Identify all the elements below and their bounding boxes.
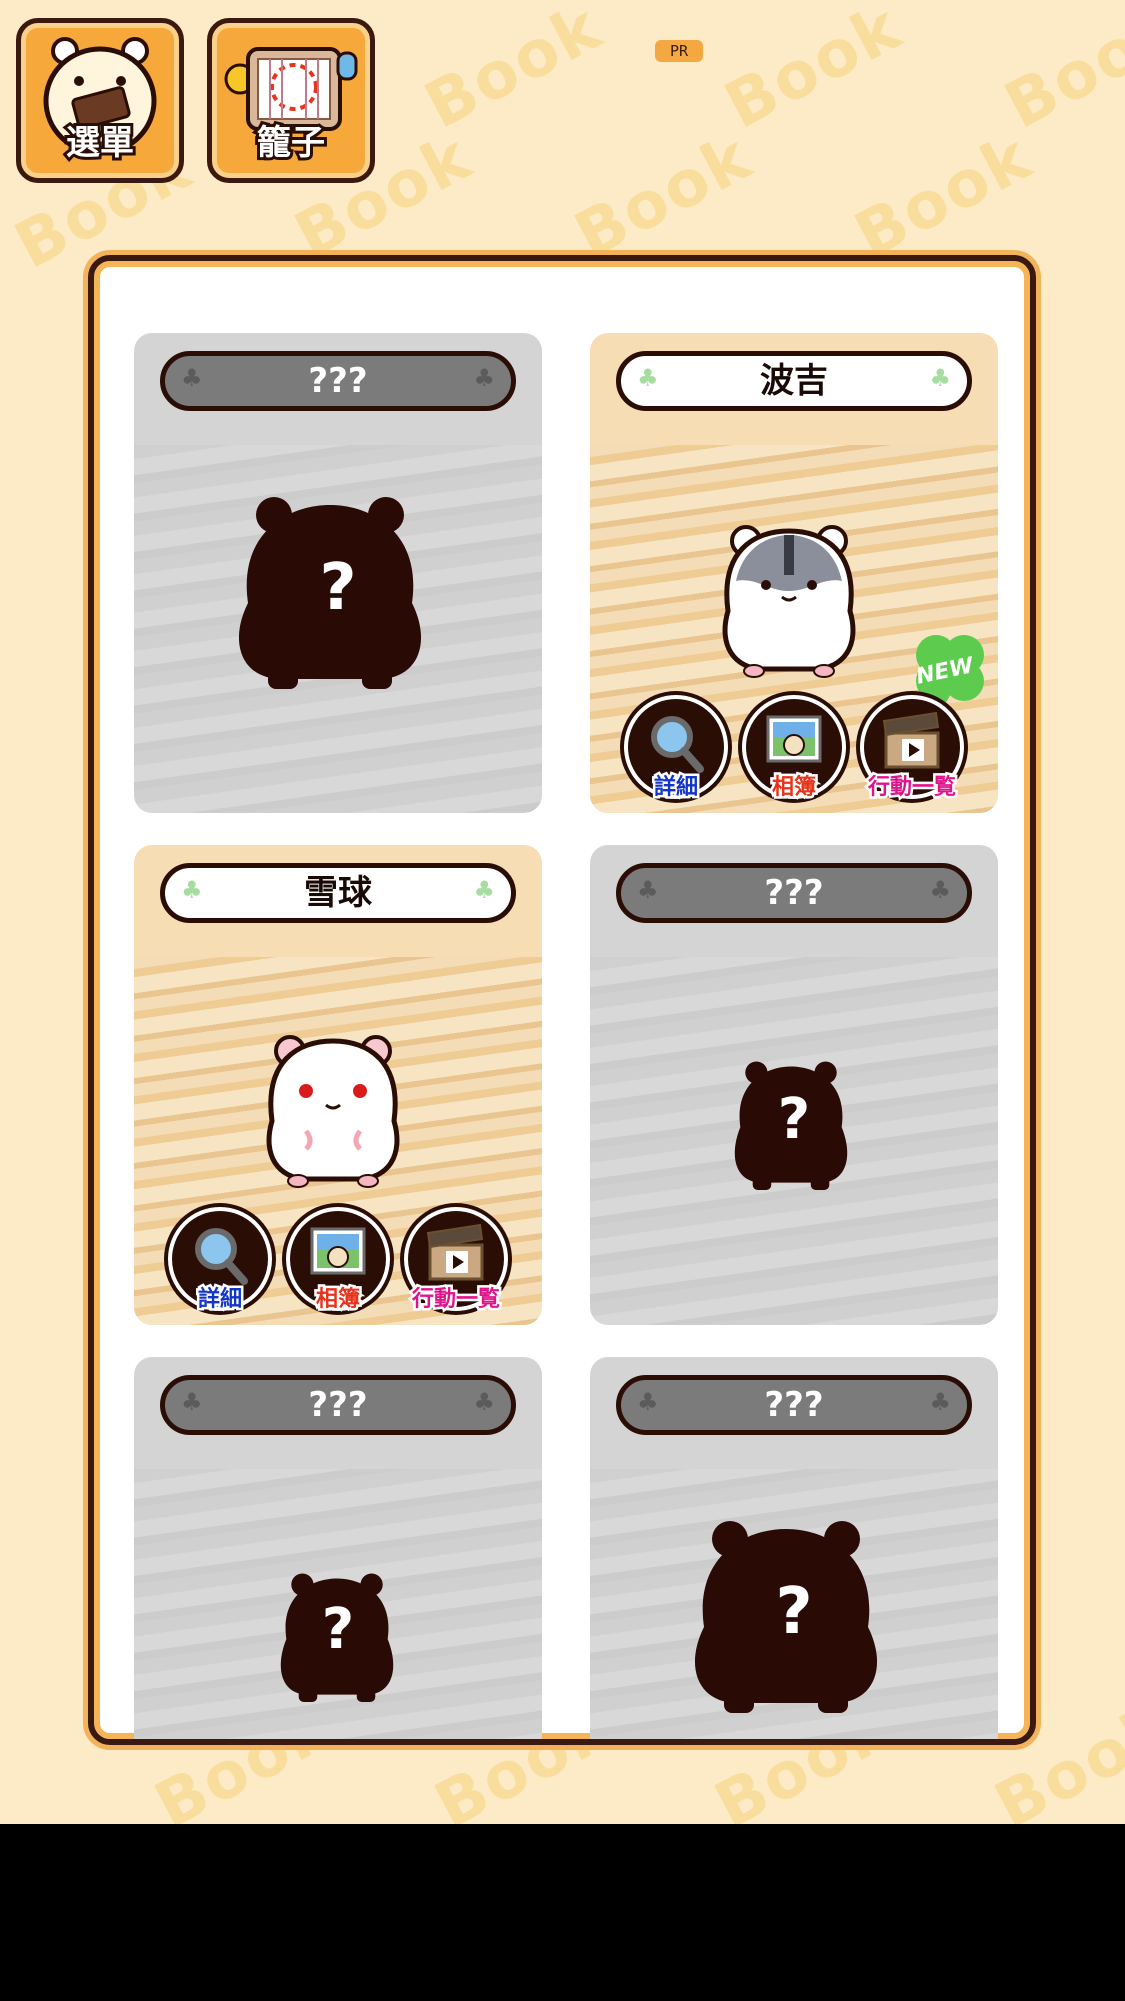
- clover-icon: ♣: [181, 364, 203, 392]
- hamster-card-locked[interactable]: ♣ ??? ♣ ?: [134, 1357, 542, 1739]
- watermark-text: Book: [413, 0, 614, 144]
- hamster-card-pochi[interactable]: ♣ 波吉 ♣ NEW 詳細 相簿 行動一覧: [590, 333, 998, 813]
- pr-badge[interactable]: PR: [655, 40, 703, 62]
- card-name: ???: [308, 361, 368, 401]
- watermark-text: Book: [713, 0, 914, 144]
- details-button[interactable]: 詳細: [168, 1207, 272, 1315]
- unknown-question-mark: ?: [321, 1597, 355, 1662]
- card-name-plate: ♣ 雪球 ♣: [160, 863, 516, 923]
- card-name-plate: ♣ ??? ♣: [160, 1375, 516, 1435]
- actions-list-button[interactable]: 行動一覧: [860, 695, 964, 803]
- clover-icon: ♣: [473, 876, 495, 904]
- details-button[interactable]: 詳細: [624, 695, 728, 803]
- clover-icon: ♣: [929, 1388, 951, 1416]
- hamster-card-locked[interactable]: ♣ ??? ♣ ?: [134, 333, 542, 813]
- clover-icon: ♣: [637, 876, 659, 904]
- details-label: 詳細: [651, 773, 700, 803]
- cage-button[interactable]: 籠子: [207, 18, 375, 183]
- card-name: 波吉: [760, 361, 828, 401]
- card-name-plate: ♣ ??? ♣: [616, 1375, 972, 1435]
- hamster-book-panel[interactable]: ♣ ??? ♣ ? ♣ 波吉 ♣ NEW 詳細 相簿 行動一覧 ♣ 雪球 ♣ 詳…: [88, 255, 1036, 1745]
- menu-label: 選單: [63, 120, 137, 166]
- clover-icon: ♣: [637, 1388, 659, 1416]
- unknown-question-mark: ?: [777, 1087, 811, 1152]
- album-label: 相簿: [769, 773, 818, 803]
- clover-icon: ♣: [473, 364, 495, 392]
- cage-label: 籠子: [254, 120, 328, 166]
- card-name: ???: [764, 873, 824, 913]
- album-label: 相簿: [313, 1285, 362, 1315]
- watermark-text: Book: [993, 0, 1125, 144]
- album-button[interactable]: 相簿: [286, 1207, 390, 1315]
- watermark-text: Book: [843, 120, 1044, 274]
- actions-list-label: 行動一覧: [409, 1285, 502, 1315]
- clover-icon: ♣: [637, 364, 659, 392]
- grey-hamster-icon: [722, 525, 856, 678]
- actions-list-button[interactable]: 行動一覧: [404, 1207, 508, 1315]
- game-screen: Book Book Book Book Book Book Book Book …: [0, 0, 1125, 1824]
- menu-button[interactable]: 選單: [16, 18, 184, 183]
- card-name: ???: [308, 1385, 368, 1425]
- clover-icon: ♣: [181, 1388, 203, 1416]
- card-name-plate: ♣ ??? ♣: [616, 863, 972, 923]
- card-name-plate: ♣ ??? ♣: [160, 351, 516, 411]
- unknown-question-mark: ?: [775, 1575, 813, 1649]
- clover-icon: ♣: [929, 876, 951, 904]
- card-name: ???: [764, 1385, 824, 1425]
- unknown-question-mark: ?: [319, 551, 357, 625]
- card-name: 雪球: [304, 873, 372, 913]
- album-button[interactable]: 相簿: [742, 695, 846, 803]
- white-hamster-icon: [266, 1035, 400, 1188]
- details-label: 詳細: [195, 1285, 244, 1315]
- hamster-card-locked[interactable]: ♣ ??? ♣ ?: [590, 845, 998, 1325]
- card-name-plate: ♣ 波吉 ♣: [616, 351, 972, 411]
- hamster-card-locked[interactable]: ♣ ??? ♣ ?: [590, 1357, 998, 1739]
- hamster-card-snowball[interactable]: ♣ 雪球 ♣ 詳細 相簿 行動一覧: [134, 845, 542, 1325]
- clover-icon: ♣: [181, 876, 203, 904]
- navigation-bar-area: [0, 1824, 1125, 2001]
- clover-icon: ♣: [473, 1388, 495, 1416]
- clover-icon: ♣: [929, 364, 951, 392]
- actions-list-label: 行動一覧: [865, 773, 958, 803]
- watermark-text: Book: [563, 120, 764, 274]
